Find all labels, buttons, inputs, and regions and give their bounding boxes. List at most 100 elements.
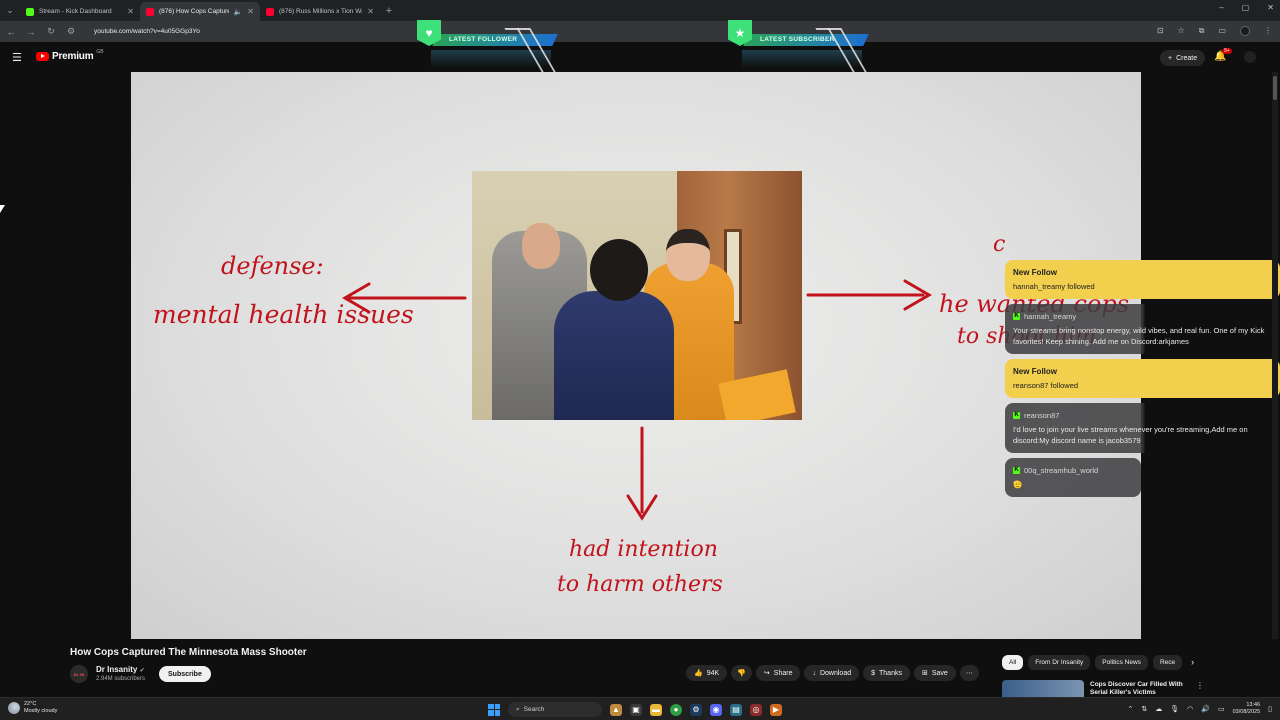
like-button[interactable]: 👍 94K [686, 665, 728, 681]
kick-icon: K [1013, 313, 1020, 320]
chrome-icon[interactable]: ● [670, 703, 682, 716]
chip-recent[interactable]: Rece [1152, 655, 1183, 670]
share-button[interactable]: ↪ Share [755, 665, 801, 681]
chip-all[interactable]: All [1002, 655, 1024, 670]
harm-others-label: to harm others [557, 572, 723, 597]
menu-icon[interactable]: ☰ [12, 51, 22, 64]
app-icon-red[interactable]: ◎ [750, 703, 762, 716]
extensions-icon[interactable]: ⧉ [1199, 26, 1205, 36]
chat-message: K 00q_streamhub_world 🫡 [1005, 458, 1141, 497]
close-tab-icon[interactable]: ✕ [127, 7, 134, 16]
tab-youtube-current[interactable]: (876) How Cops Captured T 🔈 ✕ [140, 2, 260, 21]
latest-follower-label: LATEST FOLLOWER [449, 36, 518, 43]
clock-date: 03/08/2025 [1232, 709, 1261, 715]
new-tab-button[interactable]: + [380, 2, 398, 21]
save-button[interactable]: ⊞ Save [913, 665, 956, 681]
logo-text: Premium [52, 51, 94, 62]
browser-toolbar: ← → ↻ ⚙ youtube.com/watch?v=4u05GGp3Yo ⊡… [0, 21, 1280, 42]
create-button[interactable]: + Create [1160, 50, 1206, 66]
tab-title: (876) How Cops Captured T [159, 8, 229, 15]
chevron-up-icon[interactable]: ⌃ [1128, 705, 1134, 713]
tab-youtube-music[interactable]: (876) Russ Millions x Tion Wayn ✕ [260, 2, 380, 21]
thumbs-down-icon: 👎 [737, 670, 746, 677]
steam-icon[interactable]: ⚙ [690, 703, 702, 716]
app-icon[interactable]: ▤ [730, 703, 742, 716]
chip-from-channel[interactable]: From Dr Insanity [1028, 655, 1091, 670]
reload-icon[interactable]: ↻ [46, 26, 56, 37]
install-icon[interactable]: ⊡ [1157, 26, 1164, 36]
close-tab-icon[interactable]: ✕ [247, 7, 254, 16]
mental-health-label: mental health issues [153, 300, 414, 329]
tab-kick-dashboard[interactable]: Stream - Kick Dashboard ✕ [20, 2, 140, 21]
youtube-premium-logo[interactable]: Premium GB [36, 49, 104, 62]
chat-message: K hannah_treamy Your streams bring nonst… [1005, 304, 1280, 354]
clock-time: 13:46 [1246, 702, 1261, 708]
network-icon[interactable]: ⇅ [1141, 705, 1147, 713]
file-explorer-icon[interactable]: ▬ [650, 703, 662, 716]
like-count: 94K [706, 669, 720, 677]
page-scrollbar[interactable] [1272, 72, 1278, 692]
system-tray: ⌃ ⇅ ☁ 🎙 ◠ 🔊 ▭ 13:46 03/08/2025 ▯ [1128, 702, 1272, 716]
account-avatar[interactable] [1244, 51, 1256, 63]
temperature: 22°C [24, 701, 37, 707]
speaker-icon[interactable]: 🔈 [234, 8, 243, 16]
weather-widget[interactable]: 22°C Mostly cloudy [8, 701, 57, 715]
mouse-cursor-icon [0, 205, 5, 213]
youtube-favicon-icon [146, 7, 154, 16]
maximize-button[interactable]: ▢ [1242, 3, 1250, 12]
create-label: Create [1176, 54, 1198, 62]
battery-icon[interactable]: ▭ [1218, 705, 1225, 713]
mic-icon[interactable]: 🎙 [1170, 705, 1179, 713]
photo-officer-head [522, 223, 560, 269]
kick-icon: K [1013, 412, 1020, 419]
channel-avatar[interactable]: Dr. IN [70, 665, 88, 683]
recommendation-thumbnail[interactable] [1002, 680, 1084, 697]
youtube-logo-icon [36, 52, 49, 61]
more-vertical-icon[interactable]: ⋮ [1196, 681, 1204, 690]
thanks-label: Thanks [879, 669, 902, 677]
onedrive-icon[interactable]: ☁ [1155, 705, 1162, 713]
more-actions-button[interactable]: ⋯ [959, 665, 979, 681]
tab-search-icon[interactable]: ⌄ [0, 0, 20, 21]
browser-menu-icon[interactable]: ⋮ [1264, 26, 1272, 36]
wifi-icon[interactable]: ◠ [1187, 705, 1193, 713]
chip-politics-news[interactable]: Politics News [1095, 655, 1148, 670]
follow-alert-text: hannah_treamy followed [1013, 282, 1095, 291]
minimize-button[interactable]: – [1219, 3, 1223, 12]
video-info-bar: How Cops Captured The Minnesota Mass Sho… [0, 639, 1280, 697]
taskbar-clock[interactable]: 13:46 03/08/2025 [1233, 702, 1261, 716]
latest-subscriber-banner: ★ LATEST SUBSCRIBER [728, 18, 878, 72]
cloud-icon [8, 702, 20, 714]
intention-label: had intention [569, 537, 718, 562]
recommendation-title[interactable]: Cops Discover Car Filled With Serial Kil… [1090, 681, 1190, 697]
widgets-icon[interactable]: ▲ [610, 703, 622, 716]
channel-name-text[interactable]: Dr Insanity [96, 665, 137, 674]
profile-avatar[interactable] [1240, 26, 1250, 36]
dislike-button[interactable]: 👎 [731, 665, 752, 681]
download-label: Download [819, 669, 852, 677]
taskbar-search[interactable]: ⌕ Search [508, 702, 602, 717]
back-icon[interactable]: ← [6, 27, 16, 37]
discord-icon[interactable]: ◉ [710, 703, 722, 716]
subscribe-button[interactable]: Subscribe [159, 666, 211, 682]
chat-username: 00q_streamhub_world [1024, 466, 1099, 475]
volume-icon[interactable]: 🔊 [1201, 705, 1210, 713]
site-info-icon[interactable]: ⚙ [66, 26, 76, 37]
sidebar-icon[interactable]: ▭ [1218, 26, 1226, 36]
chevron-right-icon[interactable]: › [1191, 655, 1194, 670]
page-scrollbar-thumb[interactable] [1273, 76, 1277, 100]
obs-icon[interactable]: ▶ [770, 703, 782, 716]
notification-center-icon[interactable]: ▯ [1268, 705, 1272, 713]
video-player[interactable]: defense: mental health issues c he wante… [131, 72, 1141, 639]
task-view-icon[interactable]: ▣ [630, 703, 642, 716]
download-button[interactable]: ↓ Download [804, 665, 860, 681]
bookmark-star-icon[interactable]: ☆ [1178, 26, 1185, 36]
address-bar[interactable]: youtube.com/watch?v=4u05GGp3Yo [94, 28, 200, 35]
close-tab-icon[interactable]: ✕ [367, 7, 374, 16]
channel-name[interactable]: Dr Insanity ✔ [96, 665, 145, 674]
thanks-button[interactable]: $ Thanks [863, 665, 910, 681]
windows-start-icon[interactable] [488, 703, 500, 716]
close-window-button[interactable]: ✕ [1267, 3, 1274, 12]
forward-icon[interactable]: → [26, 27, 36, 37]
recommendation-chips: All From Dr Insanity Politics News Rece … [1002, 655, 1194, 670]
